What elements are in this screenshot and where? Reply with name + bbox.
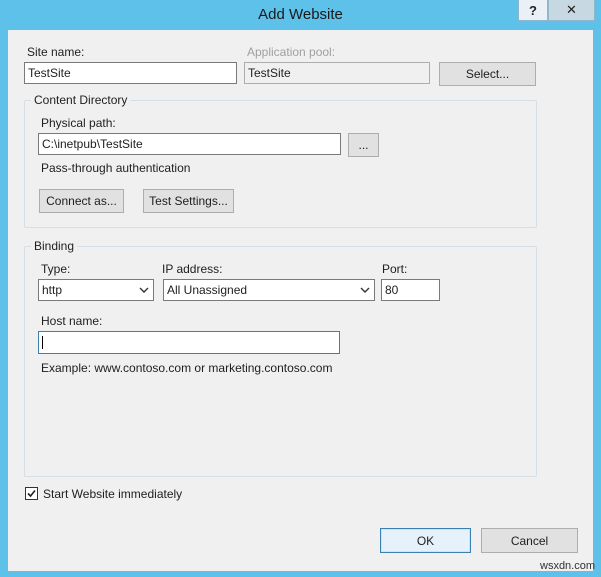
app-pool-label: Application pool: bbox=[247, 45, 336, 59]
type-label: Type: bbox=[41, 262, 71, 276]
select-app-pool-button[interactable]: Select... bbox=[439, 62, 536, 86]
port-label: Port: bbox=[382, 262, 408, 276]
binding-title: Binding bbox=[31, 239, 78, 253]
title-bar[interactable]: Add Website ? ✕ bbox=[0, 0, 601, 30]
close-icon: ✕ bbox=[566, 2, 577, 17]
start-website-label[interactable]: Start Website immediately bbox=[43, 487, 182, 501]
physical-path-label: Physical path: bbox=[41, 116, 116, 130]
host-name-label: Host name: bbox=[41, 314, 103, 328]
test-settings-button[interactable]: Test Settings... bbox=[143, 189, 234, 213]
chevron-down-icon bbox=[360, 287, 370, 293]
close-button[interactable]: ✕ bbox=[548, 0, 595, 21]
host-example-text: Example: www.contoso.com or marketing.co… bbox=[41, 361, 333, 375]
app-pool-field: TestSite bbox=[244, 62, 430, 84]
chevron-down-icon bbox=[139, 287, 149, 293]
site-name-label: Site name: bbox=[27, 45, 85, 59]
port-input[interactable]: 80 bbox=[381, 279, 440, 301]
auth-text: Pass-through authentication bbox=[41, 161, 191, 175]
dialog-body: Site name: TestSite Application pool: Te… bbox=[8, 30, 593, 571]
start-website-checkbox[interactable] bbox=[25, 487, 38, 500]
help-button[interactable]: ? bbox=[518, 0, 548, 21]
checkmark-icon bbox=[27, 489, 36, 498]
cancel-button[interactable]: Cancel bbox=[481, 528, 578, 553]
browse-path-button[interactable]: ... bbox=[348, 133, 379, 157]
ip-address-label: IP address: bbox=[162, 262, 223, 276]
physical-path-input[interactable]: C:\inetpub\TestSite bbox=[38, 133, 341, 155]
site-name-input[interactable]: TestSite bbox=[24, 62, 237, 84]
content-directory-title: Content Directory bbox=[31, 93, 131, 107]
ip-address-value: All Unassigned bbox=[167, 283, 248, 297]
window-title: Add Website bbox=[258, 6, 343, 23]
ip-address-dropdown[interactable]: All Unassigned bbox=[163, 279, 375, 301]
help-icon: ? bbox=[529, 2, 537, 18]
text-caret bbox=[42, 336, 43, 350]
type-dropdown[interactable]: http bbox=[38, 279, 154, 301]
host-name-input[interactable] bbox=[38, 331, 340, 354]
connect-as-button[interactable]: Connect as... bbox=[39, 189, 124, 213]
ok-button[interactable]: OK bbox=[380, 528, 471, 553]
type-value: http bbox=[42, 283, 63, 297]
watermark-text: wsxdn.com bbox=[540, 560, 596, 572]
add-website-window: Add Website ? ✕ Site name: TestSite Appl… bbox=[0, 0, 601, 577]
